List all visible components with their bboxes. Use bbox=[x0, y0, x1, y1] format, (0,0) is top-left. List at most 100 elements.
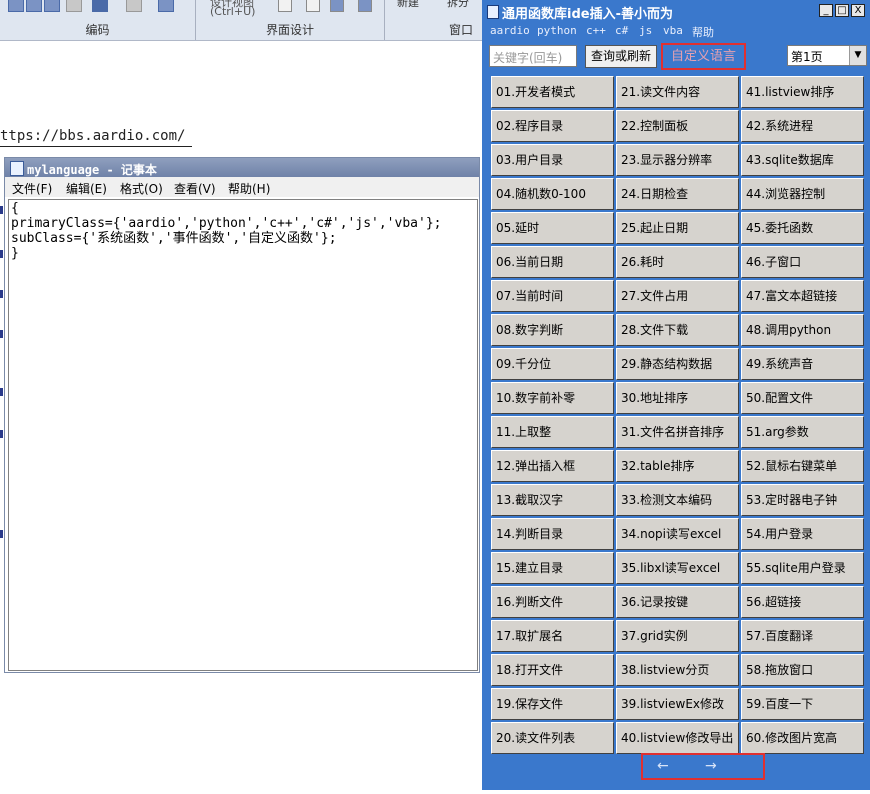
function-item-button[interactable]: 30.地址排序 bbox=[616, 382, 739, 414]
function-item-button[interactable]: 58.拖放窗口 bbox=[741, 654, 864, 686]
minimize-button[interactable]: _ bbox=[819, 4, 833, 17]
function-item-button[interactable]: 32.table排序 bbox=[616, 450, 739, 482]
function-item-button[interactable]: 06.当前日期 bbox=[491, 246, 614, 278]
function-item-button[interactable]: 45.委托函数 bbox=[741, 212, 864, 244]
notepad-menu-file[interactable]: 文件(F) bbox=[12, 180, 52, 197]
function-item-button[interactable]: 10.数字前补零 bbox=[491, 382, 614, 414]
notepad-menu-view[interactable]: 查看(V) bbox=[174, 180, 216, 197]
function-item-button[interactable]: 31.文件名拼音排序 bbox=[616, 416, 739, 448]
function-item-button[interactable]: 52.鼠标右键菜单 bbox=[741, 450, 864, 482]
query-refresh-button[interactable]: 查询或刷新 bbox=[585, 45, 657, 68]
function-item-button[interactable]: 40.listview修改导出 bbox=[616, 722, 739, 754]
new-window-button[interactable]: 新建 bbox=[397, 0, 419, 10]
function-item-button[interactable]: 27.文件占用 bbox=[616, 280, 739, 312]
function-item-button[interactable]: 02.程序目录 bbox=[491, 110, 614, 142]
grid-icon[interactable] bbox=[306, 0, 320, 12]
split-window-button[interactable]: 拆分 bbox=[447, 0, 469, 10]
function-item-button[interactable]: 60.修改图片宽高 bbox=[741, 722, 864, 754]
function-item-button[interactable]: 34.nopi读写excel bbox=[616, 518, 739, 550]
function-item-button[interactable]: 43.sqlite数据库 bbox=[741, 144, 864, 176]
page-select[interactable]: 第1页 ▼ bbox=[787, 45, 867, 66]
close-button[interactable]: X bbox=[851, 4, 865, 17]
function-item-button[interactable]: 44.浏览器控制 bbox=[741, 178, 864, 210]
function-item-button[interactable]: 26.耗时 bbox=[616, 246, 739, 278]
pin-icon[interactable] bbox=[358, 0, 372, 12]
function-item-button[interactable]: 47.富文本超链接 bbox=[741, 280, 864, 312]
notepad-menu-edit[interactable]: 编辑(E) bbox=[66, 180, 107, 197]
maximize-button[interactable]: □ bbox=[835, 4, 849, 17]
menu-csharp[interactable]: c# bbox=[615, 24, 628, 37]
panel-title: 通用函数库ide插入-善小而为 bbox=[502, 7, 673, 22]
function-item-button[interactable]: 36.记录按键 bbox=[616, 586, 739, 618]
notepad-menu-format[interactable]: 格式(O) bbox=[120, 180, 163, 197]
function-item-button[interactable]: 46.子窗口 bbox=[741, 246, 864, 278]
function-item-button[interactable]: 01.开发者模式 bbox=[491, 76, 614, 108]
notepad-icon bbox=[10, 161, 24, 176]
function-item-button[interactable]: 48.调用python bbox=[741, 314, 864, 346]
function-item-button[interactable]: 08.数字判断 bbox=[491, 314, 614, 346]
function-item-button[interactable]: 57.百度翻译 bbox=[741, 620, 864, 652]
menu-python[interactable]: python bbox=[537, 24, 577, 37]
function-item-button[interactable]: 54.用户登录 bbox=[741, 518, 864, 550]
menu-vba[interactable]: vba bbox=[663, 24, 683, 37]
keyword-search-input[interactable]: 关键字(回车) bbox=[489, 45, 577, 67]
menu-aardio[interactable]: aardio bbox=[490, 24, 530, 37]
function-item-button[interactable]: 18.打开文件 bbox=[491, 654, 614, 686]
editor-gutter-mark bbox=[0, 290, 3, 298]
function-item-button[interactable]: 59.百度一下 bbox=[741, 688, 864, 720]
function-item-button[interactable]: 21.读文件内容 bbox=[616, 76, 739, 108]
chevron-down-icon[interactable]: ▼ bbox=[849, 46, 866, 65]
function-item-button[interactable]: 41.listview排序 bbox=[741, 76, 864, 108]
menu-js[interactable]: js bbox=[639, 24, 652, 37]
function-item-button[interactable]: 15.建立目录 bbox=[491, 552, 614, 584]
editor-url-underline bbox=[0, 146, 192, 147]
function-item-button[interactable]: 13.截取汉字 bbox=[491, 484, 614, 516]
notepad-textarea[interactable]: { primaryClass={'aardio','python','c++',… bbox=[8, 199, 478, 671]
layout-icon[interactable] bbox=[278, 0, 292, 12]
function-item-button[interactable]: 55.sqlite用户登录 bbox=[741, 552, 864, 584]
function-item-button[interactable]: 53.定时器电子钟 bbox=[741, 484, 864, 516]
function-item-button[interactable]: 04.随机数0-100 bbox=[491, 178, 614, 210]
function-item-button[interactable]: 22.控制面板 bbox=[616, 110, 739, 142]
function-item-button[interactable]: 03.用户目录 bbox=[491, 144, 614, 176]
notepad-titlebar[interactable]: mylanguage - 记事本 bbox=[5, 158, 479, 177]
function-item-button[interactable]: 38.listview分页 bbox=[616, 654, 739, 686]
pin-icon[interactable] bbox=[330, 0, 344, 12]
page-nav: ← → bbox=[641, 753, 765, 780]
function-item-button[interactable]: 33.检测文本编码 bbox=[616, 484, 739, 516]
function-item-button[interactable]: 05.延时 bbox=[491, 212, 614, 244]
function-item-button[interactable]: 14.判断目录 bbox=[491, 518, 614, 550]
function-item-button[interactable]: 20.读文件列表 bbox=[491, 722, 614, 754]
function-item-button[interactable]: 16.判断文件 bbox=[491, 586, 614, 618]
design-view-shortcut: (Ctrl+U) bbox=[210, 5, 256, 18]
function-item-button[interactable]: 29.静态结构数据 bbox=[616, 348, 739, 380]
function-item-button[interactable]: 11.上取整 bbox=[491, 416, 614, 448]
menu-cpp[interactable]: c++ bbox=[586, 24, 606, 37]
function-item-button[interactable]: 28.文件下载 bbox=[616, 314, 739, 346]
ribbon-group-window: 新建 拆分 窗口 bbox=[385, 0, 481, 40]
function-item-button[interactable]: 49.系统声音 bbox=[741, 348, 864, 380]
ribbon-group-label: 窗口 bbox=[448, 23, 473, 37]
function-item-button[interactable]: 24.日期检查 bbox=[616, 178, 739, 210]
function-item-button[interactable]: 56.超链接 bbox=[741, 586, 864, 618]
function-item-button[interactable]: 25.起止日期 bbox=[616, 212, 739, 244]
menu-help[interactable]: 帮助 bbox=[692, 24, 714, 40]
function-item-button[interactable]: 35.libxl读写excel bbox=[616, 552, 739, 584]
function-item-button[interactable]: 37.grid实例 bbox=[616, 620, 739, 652]
editor-url-text[interactable]: ttps://bbs.aardio.com/ bbox=[0, 128, 185, 144]
function-item-button[interactable]: 42.系统进程 bbox=[741, 110, 864, 142]
function-item-button[interactable]: 39.listviewEx修改 bbox=[616, 688, 739, 720]
function-item-button[interactable]: 51.arg参数 bbox=[741, 416, 864, 448]
function-item-button[interactable]: 23.显示器分辨率 bbox=[616, 144, 739, 176]
function-item-button[interactable]: 09.千分位 bbox=[491, 348, 614, 380]
function-item-button[interactable]: 50.配置文件 bbox=[741, 382, 864, 414]
function-item-button[interactable]: 07.当前时间 bbox=[491, 280, 614, 312]
function-item-button[interactable]: 12.弹出插入框 bbox=[491, 450, 614, 482]
function-item-button[interactable]: 19.保存文件 bbox=[491, 688, 614, 720]
prev-page-arrow-icon[interactable]: ← bbox=[657, 758, 669, 774]
panel-titlebar[interactable]: 通用函数库ide插入-善小而为 _ □ X bbox=[482, 0, 870, 22]
function-item-button[interactable]: 17.取扩展名 bbox=[491, 620, 614, 652]
next-page-arrow-icon[interactable]: → bbox=[705, 758, 717, 774]
notepad-menu-help[interactable]: 帮助(H) bbox=[228, 180, 270, 197]
custom-language-button[interactable]: 自定义语言 bbox=[661, 43, 746, 70]
